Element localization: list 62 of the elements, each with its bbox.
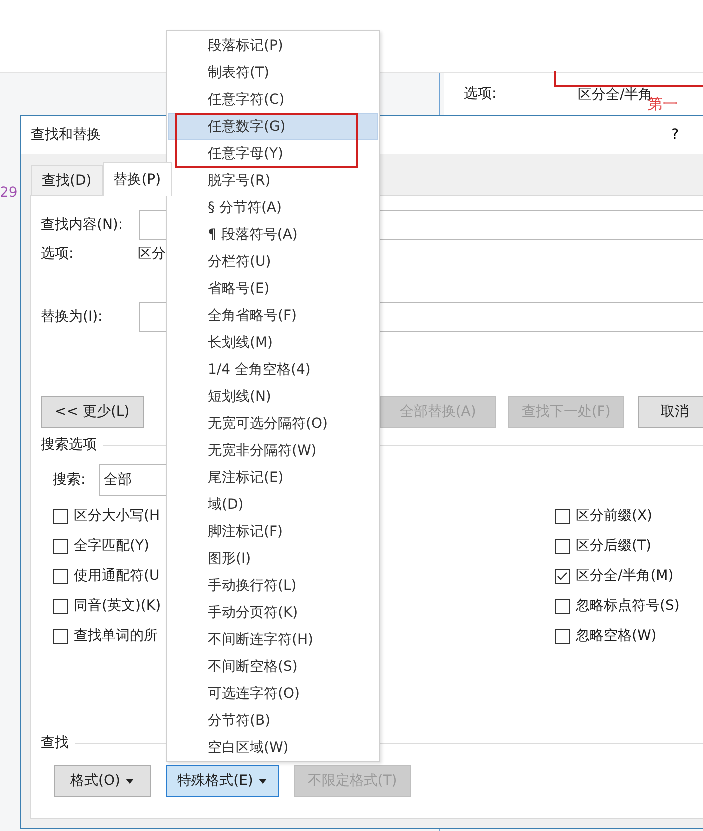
checkbox[interactable] <box>555 598 570 614</box>
menu-item[interactable]: 全角省略号(F) <box>168 302 378 329</box>
checkbox-label: 区分大小写(H <box>74 507 160 525</box>
checkbox[interactable] <box>53 628 68 644</box>
menu-item[interactable]: 1/4 全角空格(4) <box>168 356 378 383</box>
tab[interactable]: 替换(P) <box>102 162 172 196</box>
dialog-button[interactable]: << 更少(L) <box>41 396 144 428</box>
caret-icon <box>259 778 268 784</box>
checkbox-label: 区分前缀(X) <box>576 507 653 525</box>
help-button[interactable]: ? <box>672 127 679 143</box>
checkbox[interactable] <box>555 508 570 524</box>
format-button[interactable]: 特殊格式(E) <box>166 765 279 797</box>
line-number: 29 <box>0 185 18 201</box>
menu-item[interactable]: 长划线(M) <box>168 329 378 356</box>
checkbox[interactable] <box>53 508 68 524</box>
checkbox[interactable] <box>555 538 570 554</box>
checkbox-label: 忽略空格(W) <box>576 627 657 645</box>
tab[interactable]: 查找(D) <box>31 165 103 195</box>
checkbox[interactable] <box>555 568 570 584</box>
menu-item[interactable]: 任意数字(G) <box>168 113 378 140</box>
options-value: 区分 <box>138 245 166 263</box>
checkbox[interactable] <box>555 628 570 644</box>
checkbox[interactable] <box>53 598 68 614</box>
options-label: 选项: <box>41 245 75 263</box>
checkbox[interactable] <box>53 568 68 584</box>
menu-item[interactable]: 段落标记(P) <box>168 32 378 59</box>
field-label: 查找内容(N): <box>41 216 124 234</box>
checkbox-label: 全字匹配(Y) <box>74 537 150 555</box>
menu-item[interactable]: 制表符(T) <box>168 59 378 86</box>
menu-item[interactable]: 脚注标记(F) <box>168 518 378 545</box>
checkbox-label: 区分全/半角(M) <box>576 567 674 585</box>
caret-icon <box>126 778 134 784</box>
menu-item[interactable]: § 分节符(A) <box>168 194 378 221</box>
menu-item[interactable]: 手动分页符(K) <box>168 599 378 626</box>
menu-item[interactable]: 无宽非分隔符(W) <box>168 437 378 464</box>
checkbox-label: 区分后缀(T) <box>576 537 652 555</box>
menu-item[interactable]: 不间断连字符(H) <box>168 626 378 653</box>
window-title: 查找和替换 <box>31 126 101 144</box>
menu-item[interactable]: 短划线(N) <box>168 383 378 410</box>
checkbox-label: 查找单词的所 <box>74 627 158 645</box>
field-label: 替换为(I): <box>41 308 104 326</box>
menu-item[interactable]: 任意字符(C) <box>168 86 378 113</box>
menu-item[interactable]: 手动换行符(L) <box>168 572 378 599</box>
search-label: 搜索: <box>53 471 87 489</box>
options-label: 选项: <box>464 85 497 103</box>
menu-item[interactable]: 无宽可选分隔符(O) <box>168 410 378 437</box>
menu-item[interactable]: 分栏符(U) <box>168 248 378 275</box>
menu-item[interactable]: 不间断空格(S) <box>168 653 378 680</box>
checkbox[interactable] <box>53 538 68 554</box>
menu-item[interactable]: 分节符(B) <box>168 707 378 734</box>
menu-item[interactable]: 省略号(E) <box>168 275 378 302</box>
group-title: 查找 <box>41 734 69 752</box>
checkbox-label: 同音(英文)(K) <box>74 597 162 615</box>
group-title: 搜索选项 <box>41 436 97 454</box>
checkbox-label: 使用通配符(U <box>74 567 160 585</box>
menu-item[interactable]: ¶ 段落符号(A) <box>168 221 378 248</box>
menu-item[interactable]: 图形(I) <box>168 545 378 572</box>
dialog-button[interactable]: 取消 <box>638 396 703 428</box>
format-button[interactable]: 格式(O) <box>54 765 151 797</box>
menu-item[interactable]: 可选连字符(O) <box>168 680 378 707</box>
menu-item[interactable]: 空白区域(W) <box>168 734 378 761</box>
checkbox-label: 忽略标点符号(S) <box>576 597 680 615</box>
